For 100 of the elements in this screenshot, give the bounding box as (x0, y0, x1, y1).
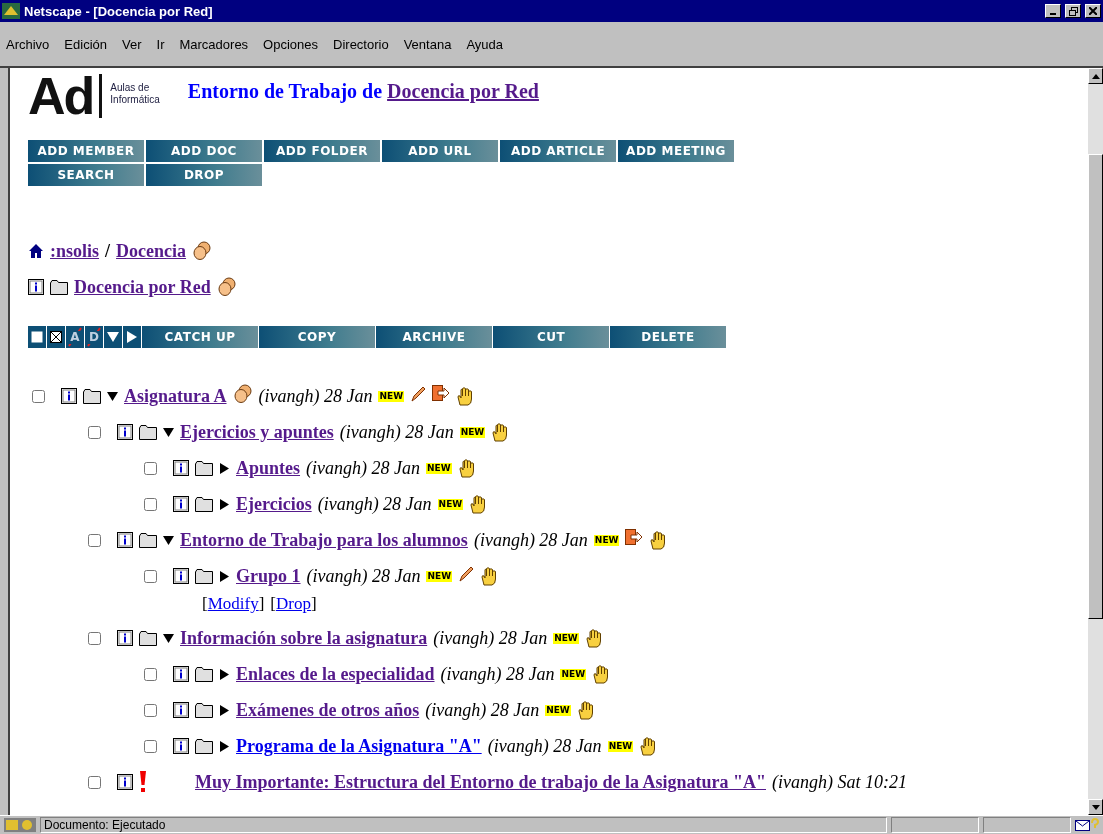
scrollbar[interactable] (1088, 68, 1103, 815)
toolbar-button[interactable]: ADD ARTICLE (500, 140, 616, 162)
item-link[interactable]: Grupo 1 (236, 565, 301, 587)
expand-triangle-icon[interactable] (219, 570, 230, 582)
action-link[interactable]: Modify (207, 594, 259, 614)
item-link[interactable]: Ejercicios (236, 493, 312, 515)
menu-item[interactable]: Marcadores (179, 36, 249, 52)
toolbar-button[interactable]: ADD FOLDER (264, 140, 380, 162)
scroll-up-icon[interactable] (1091, 73, 1100, 79)
breadcrumb-link[interactable]: Docencia (116, 240, 187, 262)
hand-icon[interactable] (456, 386, 475, 406)
select-checkbox[interactable] (144, 461, 157, 475)
menu-item[interactable]: Ventana (403, 36, 452, 52)
select-checkbox[interactable] (144, 569, 157, 583)
toolbar-button[interactable]: SEARCH (28, 164, 144, 186)
select-checkbox[interactable] (144, 739, 157, 753)
item-link[interactable]: Programa de la Asignatura "A" (236, 735, 482, 757)
select-tool-button[interactable] (123, 326, 141, 348)
item-link[interactable]: Muy Importante: Estructura del Entorno de trabajo de la Asignatura "A" (195, 771, 766, 793)
info-icon[interactable] (173, 666, 189, 682)
select-checkbox[interactable] (88, 775, 101, 789)
expand-triangle-icon[interactable] (219, 704, 230, 716)
select-checkbox[interactable] (32, 389, 45, 403)
hand-icon[interactable] (649, 530, 668, 550)
menu-item[interactable]: Ver (122, 36, 142, 52)
info-icon[interactable] (173, 496, 189, 512)
scroll-down-icon[interactable] (1091, 804, 1100, 810)
title-link[interactable]: Docencia por Red (387, 80, 539, 102)
action-button[interactable]: CUT (493, 326, 609, 348)
mail-icon[interactable] (1075, 818, 1099, 832)
pencil-icon[interactable] (458, 565, 475, 582)
select-checkbox[interactable] (88, 631, 101, 645)
hand-icon[interactable] (457, 458, 476, 478)
menu-item[interactable]: Opciones (263, 36, 319, 52)
menu-item[interactable]: Directorio (333, 36, 389, 52)
item-link[interactable]: Información sobre la asignatura (180, 627, 428, 649)
collapse-triangle-icon[interactable] (107, 390, 118, 402)
info-icon[interactable] (117, 630, 133, 646)
menu-item[interactable]: Archivo (6, 36, 50, 52)
item-link[interactable]: Ejercicios y apuntes (180, 421, 334, 443)
select-tool-button[interactable] (47, 326, 65, 348)
breadcrumb-link[interactable]: :nsolis (50, 240, 100, 262)
collapse-triangle-icon[interactable] (163, 426, 174, 438)
info-icon[interactable] (117, 774, 133, 790)
select-checkbox[interactable] (144, 497, 157, 511)
collapse-triangle-icon[interactable] (163, 534, 174, 546)
toolbar-button[interactable]: DROP (146, 164, 262, 186)
restore-button[interactable] (1065, 4, 1081, 18)
action-button[interactable]: COPY (259, 326, 375, 348)
hand-icon[interactable] (592, 664, 611, 684)
menu-item[interactable]: Ayuda (466, 36, 503, 52)
info-icon[interactable] (117, 424, 133, 440)
info-icon[interactable] (28, 279, 44, 295)
action-button[interactable]: ARCHIVE (376, 326, 492, 348)
info-icon[interactable] (173, 702, 189, 718)
hand-icon[interactable] (584, 628, 603, 648)
info-icon[interactable] (117, 532, 133, 548)
toolbar-button[interactable]: ADD MEMBER (28, 140, 144, 162)
toolbar-button[interactable]: ADD DOC (146, 140, 262, 162)
hand-icon[interactable] (491, 422, 510, 442)
select-tool-button[interactable]: A (66, 326, 84, 348)
pencil-icon[interactable] (410, 385, 427, 402)
action-link[interactable]: Drop (276, 594, 311, 614)
select-tool-button[interactable]: D (85, 326, 103, 348)
select-tool-button[interactable] (28, 326, 46, 348)
expand-triangle-icon[interactable] (219, 740, 230, 752)
info-icon[interactable] (61, 388, 77, 404)
menu-item[interactable]: Ir (156, 36, 165, 52)
hand-icon[interactable] (469, 494, 488, 514)
hand-icon[interactable] (639, 736, 658, 756)
toolbar-button[interactable]: ADD MEETING (618, 140, 734, 162)
menu-item[interactable]: Edición (64, 36, 107, 52)
item-link[interactable]: Apuntes (236, 457, 301, 479)
item-link[interactable]: Asignatura A (124, 385, 227, 407)
select-checkbox[interactable] (88, 533, 101, 547)
hand-icon[interactable] (480, 566, 499, 586)
action-button[interactable]: CATCH UP (142, 326, 258, 348)
close-button[interactable] (1085, 4, 1101, 18)
info-icon[interactable] (173, 568, 189, 584)
select-checkbox[interactable] (144, 703, 157, 717)
collapse-triangle-icon[interactable] (163, 632, 174, 644)
home-icon[interactable] (28, 243, 44, 259)
toolbar-button[interactable]: ADD URL (382, 140, 498, 162)
move-icon[interactable] (432, 385, 451, 402)
expand-triangle-icon[interactable] (219, 462, 230, 474)
item-link[interactable]: Exámenes de otros años (236, 699, 420, 721)
select-checkbox[interactable] (144, 667, 157, 681)
folder-link[interactable]: Docencia por Red (74, 276, 211, 298)
info-icon[interactable] (173, 738, 189, 754)
item-link[interactable]: Entorno de Trabajo para los alumnos (180, 529, 468, 551)
info-icon[interactable] (173, 460, 189, 476)
move-icon[interactable] (625, 529, 644, 546)
select-checkbox[interactable] (88, 425, 101, 439)
minimize-button[interactable] (1045, 4, 1061, 18)
expand-triangle-icon[interactable] (219, 668, 230, 680)
item-link[interactable]: Enlaces de la especialidad (236, 663, 435, 685)
expand-triangle-icon[interactable] (219, 498, 230, 510)
select-tool-button[interactable] (104, 326, 122, 348)
hand-icon[interactable] (576, 700, 595, 720)
action-button[interactable]: DELETE (610, 326, 726, 348)
